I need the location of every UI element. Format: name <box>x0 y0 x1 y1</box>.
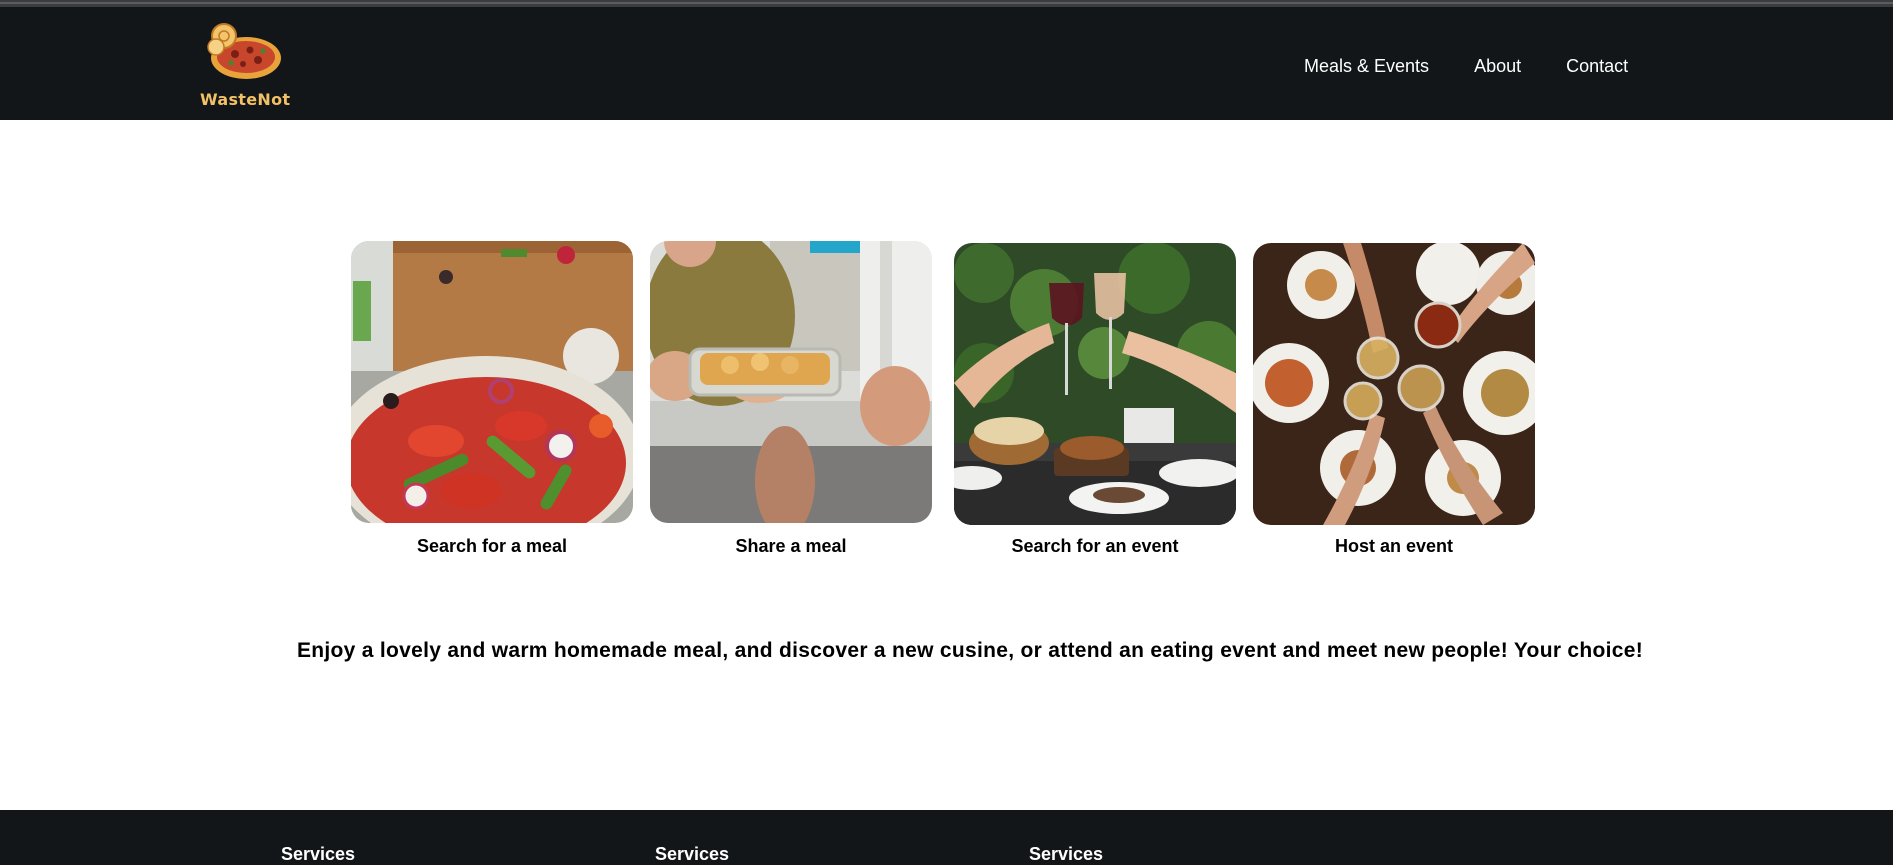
footer-heading-services-3: Services <box>1029 844 1104 864</box>
main-nav: Meals & Events About Contact <box>1304 53 1673 79</box>
nav-meals-events[interactable]: Meals & Events <box>1304 53 1429 79</box>
salad-bowl-photo[interactable] <box>351 241 633 523</box>
site-header: WasteNot Meals & Events About Contact <box>0 7 1893 120</box>
logo[interactable]: WasteNot <box>196 21 292 111</box>
footer-heading-services-1: Services <box>281 844 356 864</box>
caption-search-event[interactable]: Search for an event <box>954 536 1236 557</box>
caption-share-meal[interactable]: Share a meal <box>650 536 932 557</box>
card-search-meal[interactable]: Search for a meal <box>351 241 633 556</box>
caption-search-meal[interactable]: Search for a meal <box>351 536 633 557</box>
site-footer: Services Services Services <box>0 810 1893 865</box>
card-host-event[interactable]: Host an event <box>1253 243 1535 556</box>
logo-text: WasteNot <box>200 90 291 109</box>
dinner-table-toast-photo[interactable] <box>1253 243 1535 525</box>
footer-heading-services-2: Services <box>655 844 730 864</box>
card-share-meal[interactable]: Share a meal <box>650 241 932 556</box>
nav-contact[interactable]: Contact <box>1566 53 1628 79</box>
window-top-border <box>0 0 1893 7</box>
card-search-event[interactable]: Search for an event <box>954 243 1236 556</box>
caption-host-event[interactable]: Host an event <box>1253 536 1535 557</box>
pizza-logo-icon <box>207 23 281 79</box>
nav-about[interactable]: About <box>1474 53 1521 79</box>
tagline: Enjoy a lovely and warm homemade meal, a… <box>296 639 1644 662</box>
sharing-dish-photo[interactable] <box>650 241 932 523</box>
wine-toast-photo[interactable] <box>954 243 1236 525</box>
